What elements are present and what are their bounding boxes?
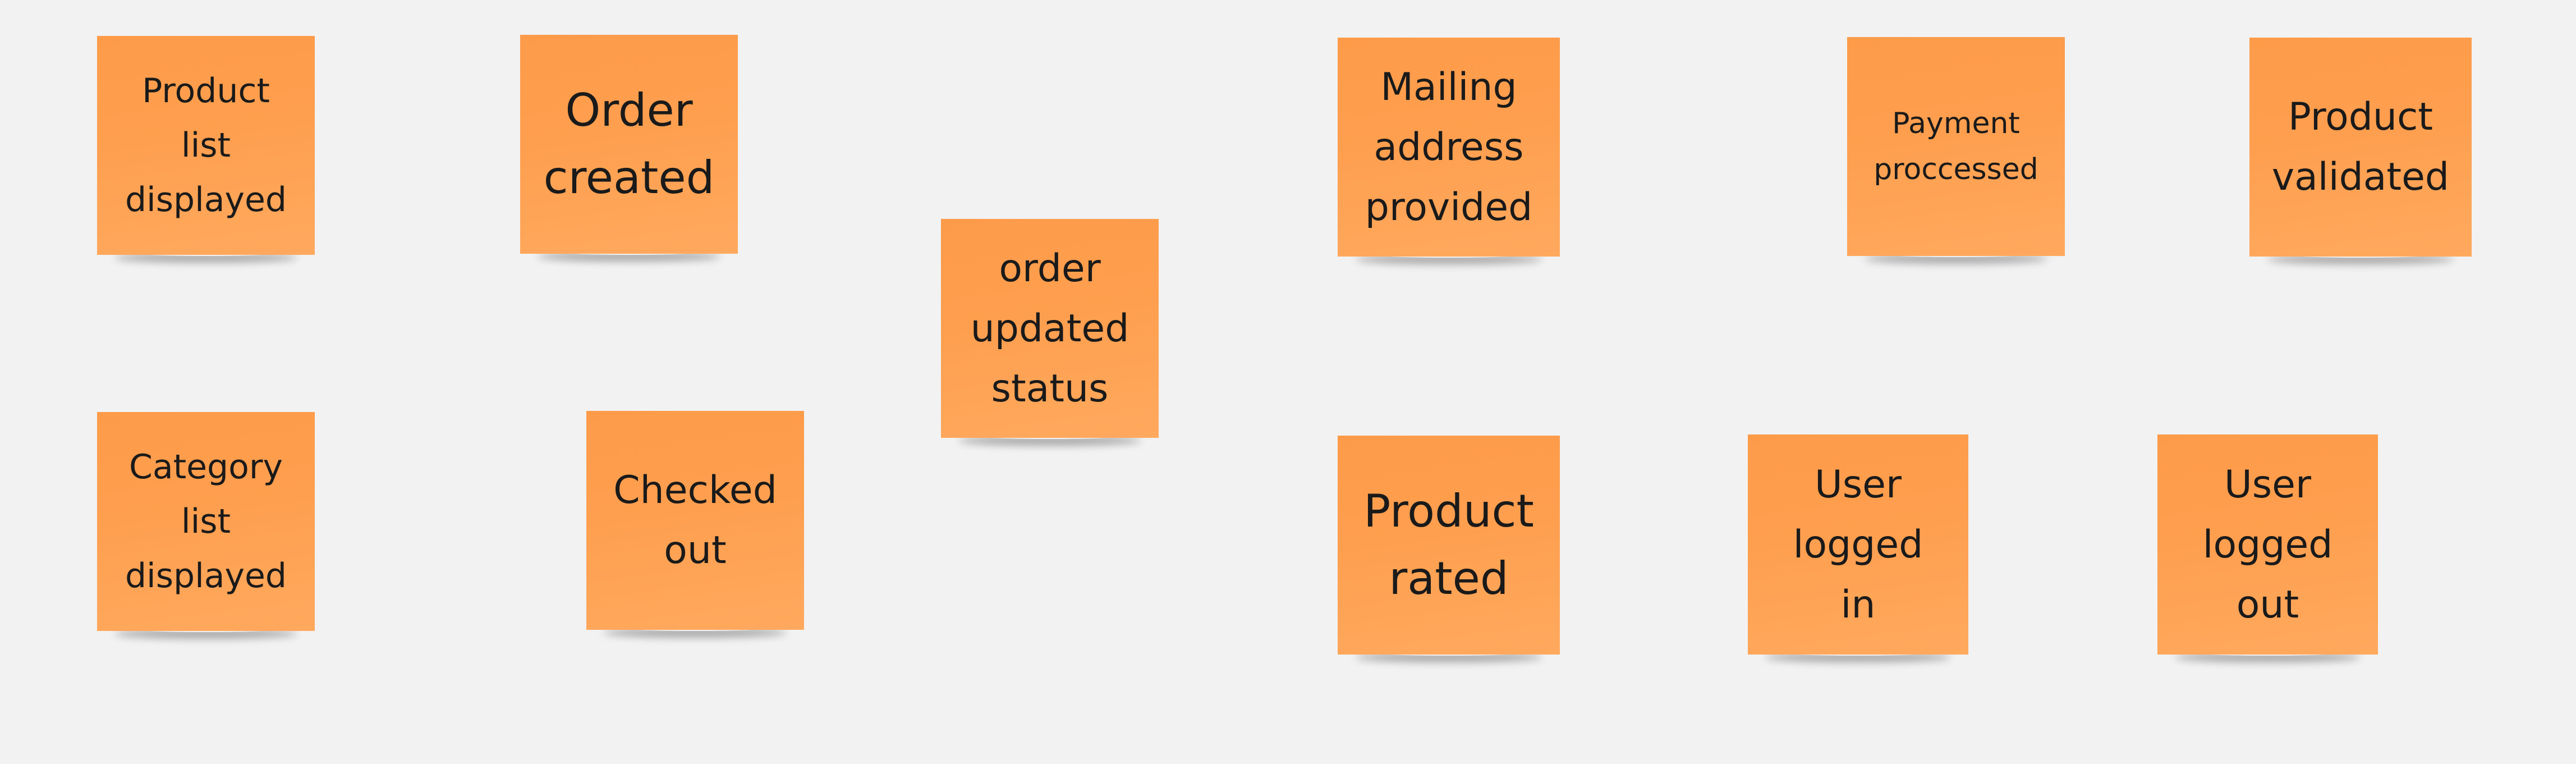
sticky-note-payment-processed[interactable]: Payment proccessed [1847, 37, 2065, 256]
sticky-note-order-updated-status[interactable]: order updated status [941, 219, 1159, 438]
sticky-note-text: Order created [543, 84, 715, 204]
sticky-note-user-logged-in[interactable]: User logged in [1748, 434, 1968, 655]
sticky-note-text: Category list displayed [125, 447, 287, 596]
sticky-note-text: order updated status [970, 246, 1129, 411]
sticky-note-text: Payment proccessed [1874, 107, 2038, 186]
sticky-note-order-created[interactable]: Order created [520, 35, 738, 254]
sticky-note-text: Mailing address provided [1365, 65, 1533, 230]
sticky-note-product-list-displayed[interactable]: Product list displayed [97, 36, 315, 255]
sticky-note-user-logged-out[interactable]: User logged out [2157, 434, 2378, 655]
sticky-note-checked-out[interactable]: Checked out [586, 411, 804, 630]
sticky-note-text: Product list displayed [125, 71, 287, 219]
sticky-note-text: Product validated [2271, 95, 2450, 199]
sticky-note-product-validated[interactable]: Product validated [2249, 38, 2472, 257]
sticky-note-text: User logged in [1793, 462, 1923, 627]
sticky-note-mailing-address-provided[interactable]: Mailing address provided [1338, 38, 1560, 257]
sticky-note-product-rated[interactable]: Product rated [1338, 436, 1560, 655]
sticky-note-text: Product rated [1363, 485, 1534, 605]
sticky-note-text: Checked out [613, 468, 777, 573]
sticky-note-category-list-displayed[interactable]: Category list displayed [97, 412, 315, 631]
whiteboard-canvas[interactable]: Product list displayed Order created ord… [0, 0, 2576, 764]
sticky-note-text: User logged out [2202, 462, 2333, 627]
